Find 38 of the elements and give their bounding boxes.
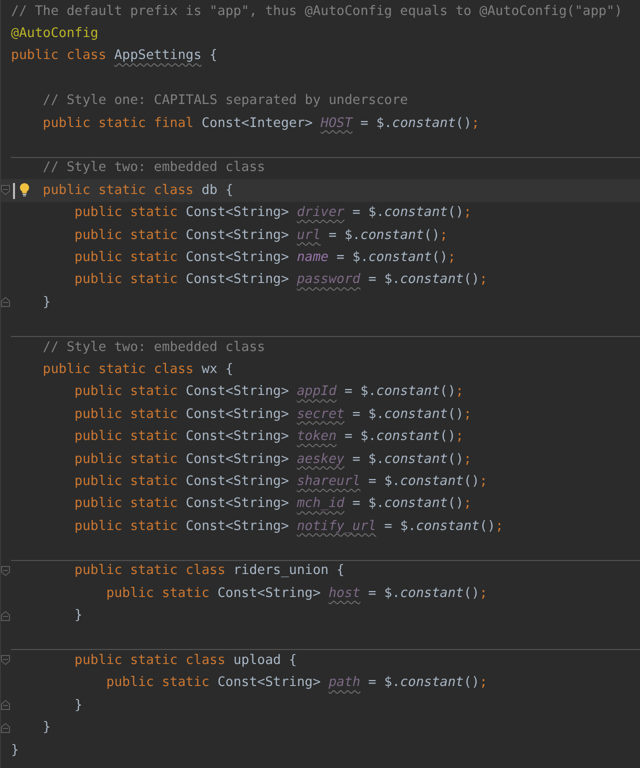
code-line: public class AppSettings { [11,48,218,64]
code-line: } [74,698,82,713]
fold-icon[interactable] [1,655,10,666]
code-line: public static Const<String> shareurl = $.constant(); [74,474,488,489]
code-line: } [11,742,19,758]
code-line: public static Const<String> url = $.constant(); [74,228,448,243]
fold-icon[interactable] [1,700,10,710]
code-line: public static Const<String> host = $.constant(); [106,586,488,601]
code-line: public static class wx { [42,362,234,377]
code-line: @AutoConfig [11,26,98,42]
text-cursor [13,182,15,199]
code-line: // Style one: CAPITALS separated by underscore [42,93,408,108]
code-line: public static class db { [42,182,234,198]
lightbulb-icon[interactable] [19,182,30,197]
code-line: } [42,294,51,310]
code-line: public static Const<String> name = $.constant(); [74,250,456,265]
fold-icon[interactable] [1,722,10,732]
code-line: public static Const<String> notify_url = $.constant(); [74,518,504,534]
code-line: } [74,608,82,624]
code-line: } [42,720,51,736]
code-line: public static Const<String> token = $.constant(); [74,429,464,444]
code-line: public static Const<String> password = $.constant(); [74,272,488,288]
code-line: public static Const<String> driver = $.constant(); [74,205,472,220]
code-line: public static Const<String> path = $.constant(); [106,675,488,690]
code-line: public static Const<String> mch_id = $.constant(); [74,496,472,512]
code-line: public static Const<String> secret = $.constant(); [74,406,472,422]
code-line: // Style two: embedded class [42,340,266,355]
fold-icon[interactable] [1,185,10,196]
fold-icon[interactable] [1,610,10,621]
code-line: public static final Const<Integer> HOST = $.constant(); [42,116,480,131]
code-line: public static class upload { [74,653,297,668]
code-line: // The default prefix is "app", thus @AutoConfig equals to @AutoConfig("app") [11,4,622,19]
code-line: // Style two: embedded class [42,160,266,176]
code-line: public static class riders_union { [74,563,344,578]
fold-icon[interactable] [1,566,10,576]
code-line: public static Const<String> aeskey = $.constant(); [74,452,472,466]
code-line: public static Const<String> appId = $.constant(); [74,384,464,400]
fold-icon[interactable] [1,297,10,308]
